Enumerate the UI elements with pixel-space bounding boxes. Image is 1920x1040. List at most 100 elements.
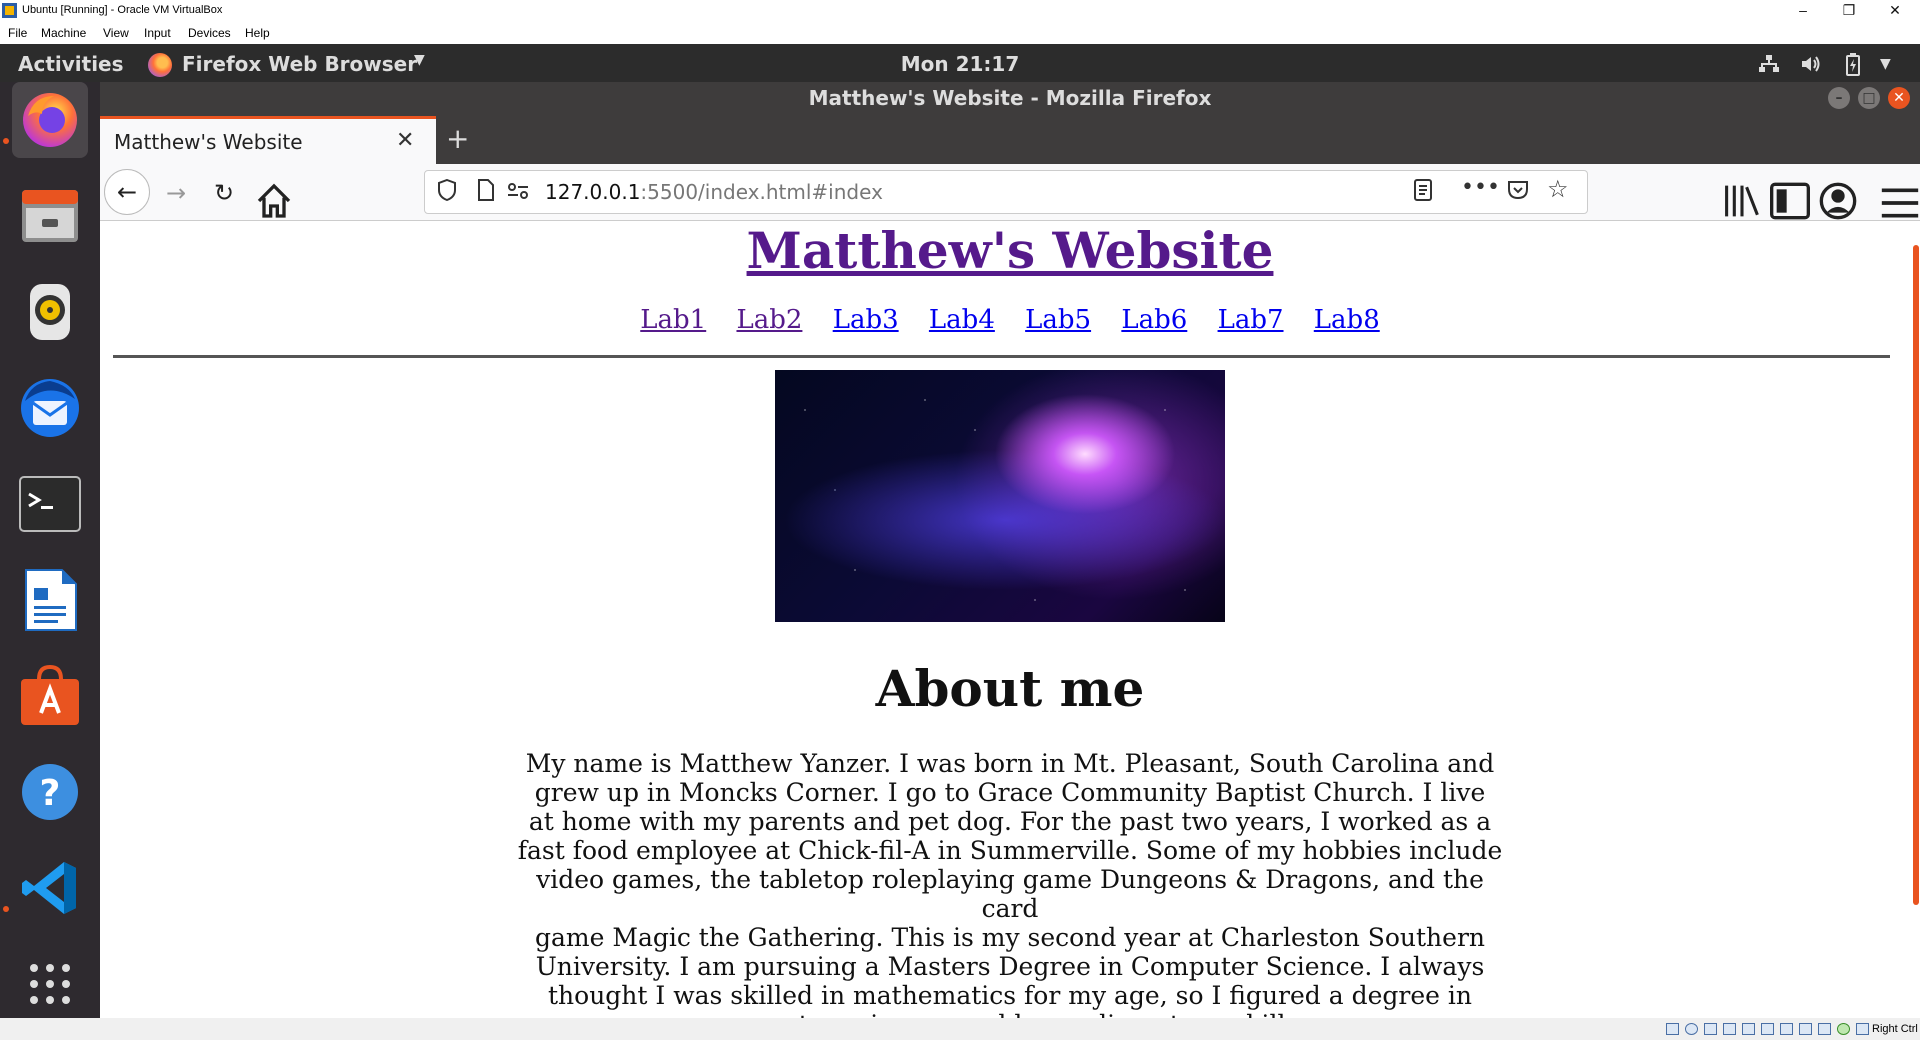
running-indicator xyxy=(3,906,9,912)
tab-title: Matthew's Website xyxy=(114,130,303,154)
page-actions-icon[interactable]: ••• xyxy=(1461,175,1500,200)
menu-view[interactable]: View xyxy=(103,26,129,40)
shared-folders-icon[interactable] xyxy=(1761,1023,1774,1035)
tab-bar: Matthew's Website ✕ + xyxy=(100,116,1920,164)
lab-nav: Lab1 Lab2 Lab3 Lab4 Lab5 Lab6 Lab7 Lab8 xyxy=(100,305,1920,335)
document-writer-icon xyxy=(25,569,77,631)
gnome-top-bar: Activities Firefox Web Browser ▼ Mon 21:… xyxy=(0,44,1920,82)
dock-vscode[interactable] xyxy=(12,850,88,926)
menu-machine[interactable]: Machine xyxy=(41,26,86,40)
vbox-status-bar: Right Ctrl xyxy=(0,1018,1920,1040)
host-key-label: Right Ctrl xyxy=(1872,1023,1918,1035)
guest-screen: Activities Firefox Web Browser ▼ Mon 21:… xyxy=(0,44,1920,1018)
dock-help[interactable]: ? xyxy=(12,754,88,830)
galaxy-image xyxy=(775,370,1225,622)
virtualization-icon[interactable] xyxy=(1818,1023,1831,1035)
page-scrollbar[interactable] xyxy=(1910,221,1920,1018)
virtualbox-logo-icon xyxy=(2,3,17,18)
shopping-bag-icon xyxy=(21,665,79,725)
pocket-icon[interactable] xyxy=(1507,179,1529,201)
dock-terminal[interactable] xyxy=(12,466,88,542)
nav-link-lab1[interactable]: Lab1 xyxy=(640,305,706,335)
terminal-icon xyxy=(19,476,81,532)
speaker-icon xyxy=(30,284,70,340)
bio-line: game Magic the Gathering. This is my sec… xyxy=(534,923,1486,952)
volume-icon[interactable] xyxy=(1800,54,1822,74)
nav-link-lab3[interactable]: Lab3 xyxy=(833,305,899,335)
bio-line: grew up in Moncks Corner. I go to Grace … xyxy=(534,778,1486,807)
app-grid-icon xyxy=(30,964,70,1004)
dock-ubuntu-software[interactable] xyxy=(12,658,88,734)
video-capture-icon[interactable] xyxy=(1799,1023,1812,1035)
close-button[interactable]: ✕ xyxy=(1872,0,1918,22)
vbox-menu-bar: File Machine View Input Devices Help xyxy=(0,22,1920,44)
dock-files[interactable] xyxy=(12,178,88,254)
nav-link-lab7[interactable]: Lab7 xyxy=(1218,305,1284,335)
dock-libreoffice-writer[interactable] xyxy=(12,562,88,638)
ff-maximize-button[interactable]: □ xyxy=(1858,87,1880,109)
url-bar[interactable]: 127.0.0.1:5500/index.html#index ••• ☆ xyxy=(424,170,1588,214)
dock-thunderbird[interactable] xyxy=(12,370,88,446)
file-cabinet-icon xyxy=(22,190,78,242)
scrollbar-thumb[interactable] xyxy=(1913,245,1919,905)
hamburger-menu-icon[interactable] xyxy=(1880,183,1920,223)
system-menu-caret-icon[interactable]: ▼ xyxy=(1880,56,1891,72)
bio-line: University. I am pursuing a Masters Degr… xyxy=(535,952,1485,981)
menu-devices[interactable]: Devices xyxy=(188,26,231,40)
url-text[interactable]: 127.0.0.1:5500/index.html#index xyxy=(545,180,883,204)
firefox-window-title: Matthew's Website - Mozilla Firefox xyxy=(808,86,1212,110)
nav-link-lab6[interactable]: Lab6 xyxy=(1121,305,1187,335)
dock-firefox[interactable] xyxy=(12,82,88,158)
menu-file[interactable]: File xyxy=(8,26,27,40)
nav-link-lab8[interactable]: Lab8 xyxy=(1314,305,1380,335)
ff-minimize-button[interactable]: – xyxy=(1828,87,1850,109)
keyboard-capture-icon[interactable] xyxy=(1856,1023,1869,1035)
account-icon[interactable] xyxy=(1818,181,1858,221)
tab-close-icon[interactable]: ✕ xyxy=(396,128,414,153)
url-path: :5500/index.html#index xyxy=(640,180,883,204)
display-icon[interactable] xyxy=(1780,1023,1793,1035)
vbox-title-bar: Ubuntu [Running] - Oracle VM VirtualBox … xyxy=(0,0,1920,22)
page-info-icon[interactable] xyxy=(477,179,495,201)
optical-drive-icon[interactable] xyxy=(1685,1023,1698,1035)
menu-input[interactable]: Input xyxy=(144,26,171,40)
forward-button[interactable]: → xyxy=(156,173,196,213)
show-applications-button[interactable] xyxy=(12,946,88,1018)
bio-line: My name is Matthew Yanzer. I was born in… xyxy=(525,749,1495,778)
restore-button[interactable]: ❐ xyxy=(1826,0,1872,22)
home-icon[interactable] xyxy=(254,181,294,221)
firefox-icon xyxy=(23,93,77,147)
shield-icon[interactable] xyxy=(437,179,457,201)
bio-line: computer science would compliment my ski… xyxy=(510,1010,1510,1018)
battery-icon[interactable] xyxy=(1845,52,1861,76)
network-icon[interactable] xyxy=(1758,54,1780,74)
sidebar-icon[interactable] xyxy=(1770,181,1810,221)
hard-disk-icon[interactable] xyxy=(1666,1023,1679,1035)
permissions-icon[interactable] xyxy=(507,182,529,200)
dock-rhythmbox[interactable] xyxy=(12,274,88,350)
vscode-icon xyxy=(22,862,76,914)
thunderbird-icon xyxy=(21,379,79,437)
network-adapter-icon[interactable] xyxy=(1723,1023,1736,1035)
reader-view-icon[interactable] xyxy=(1413,179,1433,201)
ff-close-button[interactable]: ✕ xyxy=(1888,87,1910,109)
bio-line: at home with my parents and pet dog. For… xyxy=(528,807,1492,836)
vbox-window-title: Ubuntu [Running] - Oracle VM VirtualBox xyxy=(22,4,223,16)
tab-active[interactable]: Matthew's Website ✕ xyxy=(100,116,436,164)
back-button[interactable]: ← xyxy=(104,169,150,215)
clock[interactable]: Mon 21:17 xyxy=(0,52,1920,76)
minimize-button[interactable]: – xyxy=(1780,0,1826,22)
new-tab-button[interactable]: + xyxy=(446,122,469,155)
mouse-integration-icon[interactable] xyxy=(1837,1023,1850,1035)
reload-button[interactable]: ↻ xyxy=(204,173,244,213)
nav-link-lab5[interactable]: Lab5 xyxy=(1025,305,1091,335)
library-icon[interactable] xyxy=(1722,181,1762,221)
usb-icon[interactable] xyxy=(1742,1023,1755,1035)
nav-link-lab4[interactable]: Lab4 xyxy=(929,305,995,335)
svg-text:?: ? xyxy=(40,773,61,814)
menu-help[interactable]: Help xyxy=(245,26,270,40)
audio-icon[interactable] xyxy=(1704,1023,1717,1035)
site-title-link[interactable]: Matthew's Website xyxy=(100,221,1920,280)
bookmark-star-icon[interactable]: ☆ xyxy=(1547,175,1569,203)
nav-link-lab2[interactable]: Lab2 xyxy=(736,305,802,335)
